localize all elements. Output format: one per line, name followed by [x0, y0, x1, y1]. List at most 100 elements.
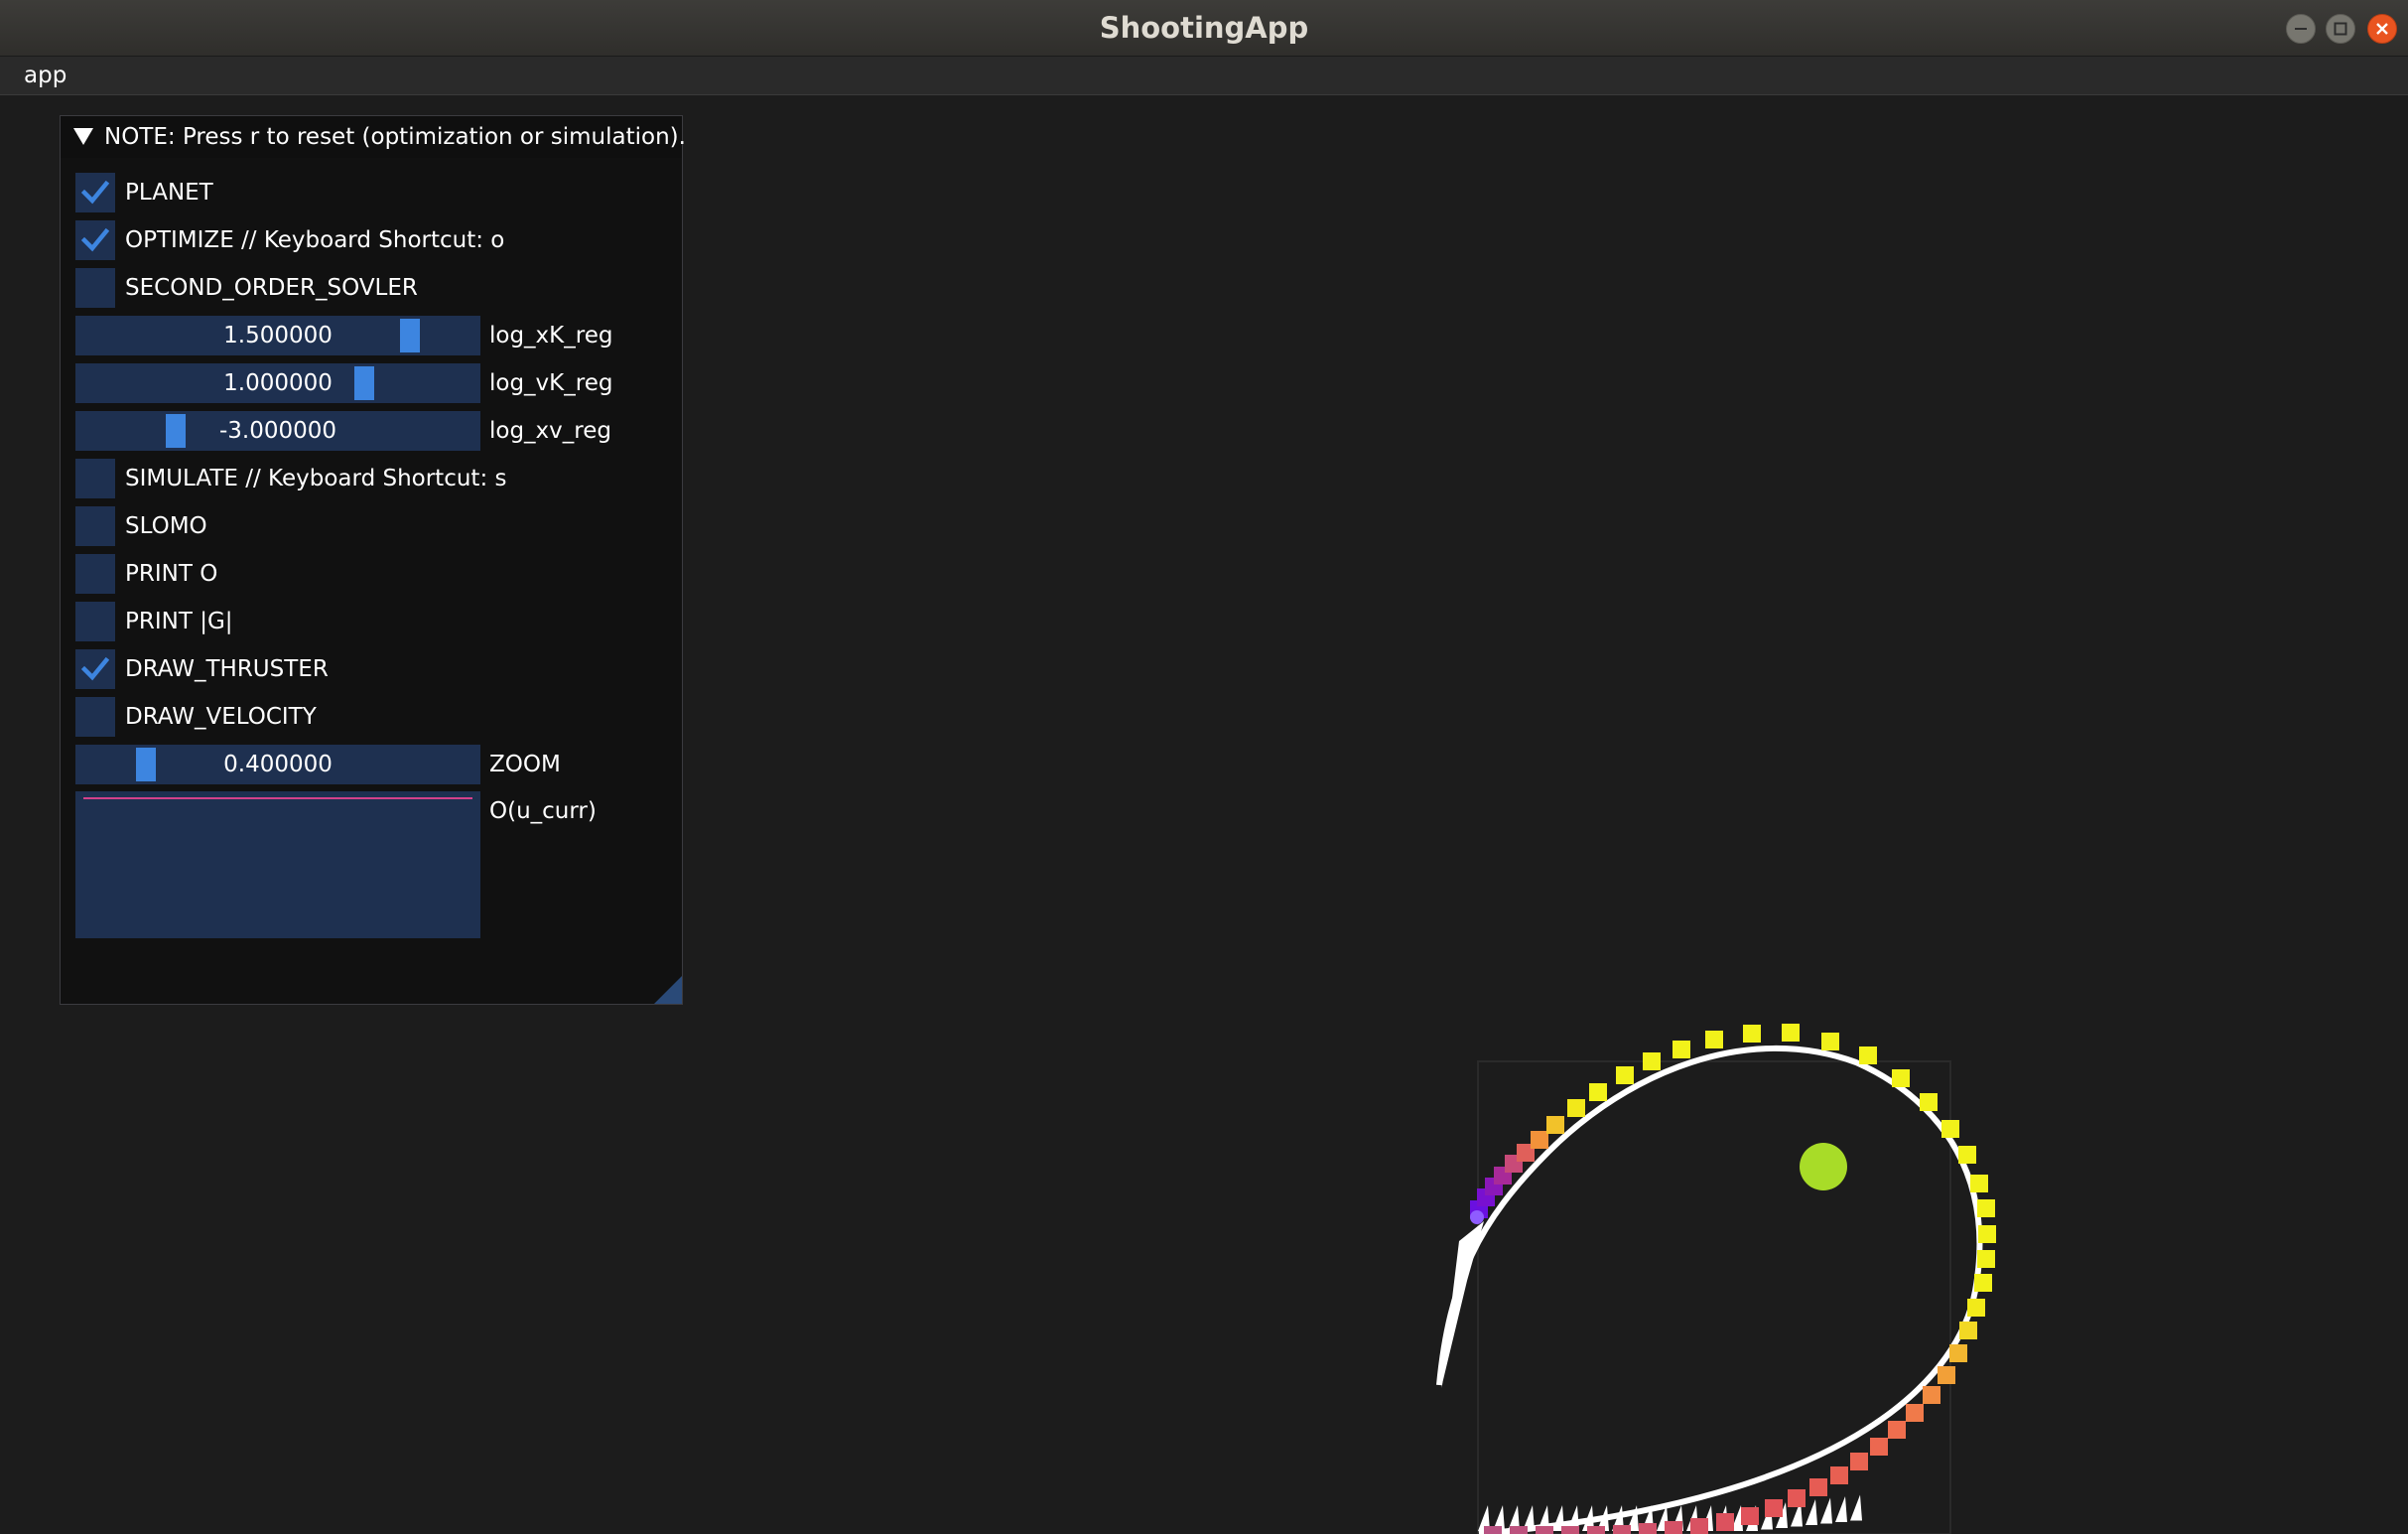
- trajectory-marker: [1705, 1031, 1723, 1048]
- trajectory-marker: [1892, 1069, 1910, 1087]
- trajectory-marker: [1782, 1024, 1800, 1042]
- trajectory-marker: [1546, 1116, 1564, 1134]
- trajectory-marker: [1643, 1052, 1661, 1070]
- slider-log-xv-reg[interactable]: -3.000000: [75, 411, 480, 451]
- trajectory-marker: [1788, 1489, 1806, 1507]
- slider-value: 1.500000: [223, 323, 333, 349]
- checkbox-print-g[interactable]: [75, 602, 115, 641]
- trajectory-marker: [1672, 1041, 1690, 1058]
- panel-header[interactable]: NOTE: Press r to reset (optimization or …: [61, 116, 686, 158]
- trajectory-marker: [1830, 1466, 1848, 1484]
- trajectory-marker: [1765, 1499, 1783, 1517]
- checkbox-label[interactable]: PRINT |G|: [125, 602, 233, 641]
- maximize-icon: [2334, 22, 2347, 36]
- checkmark-icon: [81, 656, 109, 681]
- trajectory-marker: [1613, 1525, 1631, 1534]
- trajectory-path: [1436, 1046, 1983, 1534]
- ship-icon: [1470, 1210, 1484, 1224]
- slider-label: log_xv_reg: [489, 418, 611, 444]
- slider-value: 0.400000: [223, 752, 333, 777]
- trajectory-marker: [1741, 1507, 1759, 1525]
- checkmark-icon: [81, 180, 109, 205]
- checkbox-draw-velocity[interactable]: [75, 697, 115, 737]
- trajectory-marker: [1977, 1250, 1995, 1268]
- minimize-icon: [2295, 28, 2307, 30]
- trajectory-marker: [1958, 1146, 1976, 1164]
- panel-title: NOTE: Press r to reset (optimization or …: [104, 124, 686, 150]
- trajectory-marker: [1974, 1274, 1992, 1292]
- trajectory-marker: [1970, 1175, 1988, 1192]
- checkbox-label[interactable]: DRAW_THRUSTER: [125, 649, 329, 689]
- slider-zoom[interactable]: 0.400000: [75, 745, 480, 784]
- trajectory-marker: [1888, 1421, 1906, 1439]
- trajectory-marker: [1920, 1093, 1938, 1111]
- trajectory-marker: [1589, 1083, 1607, 1101]
- trajectory-marker: [1587, 1526, 1605, 1534]
- trajectory-marker: [1639, 1523, 1657, 1534]
- trajectory-marker: [1484, 1526, 1502, 1534]
- trajectory-marker: [1716, 1513, 1734, 1531]
- trajectory-marker: [1821, 1033, 1839, 1050]
- menu-app[interactable]: app: [24, 57, 67, 94]
- thruster-flame: [1820, 1497, 1832, 1524]
- checkbox-label[interactable]: SECOND_ORDER_SOVLER: [125, 268, 418, 308]
- trajectory-marker: [1690, 1518, 1708, 1534]
- checkbox-planet[interactable]: [75, 173, 115, 212]
- trajectory-marker: [1938, 1366, 1955, 1384]
- trajectory-marker: [1923, 1386, 1940, 1404]
- objective-plot: [75, 791, 480, 938]
- trajectory-marker: [1977, 1199, 1995, 1217]
- control-panel[interactable]: NOTE: Press r to reset (optimization or …: [60, 115, 686, 1005]
- trajectory-marker: [1665, 1521, 1682, 1534]
- trajectory-marker: [1510, 1526, 1528, 1534]
- trajectory-marker: [1949, 1344, 1967, 1362]
- close-icon: [2376, 23, 2388, 35]
- collapse-triangle-icon[interactable]: [73, 128, 93, 145]
- thruster-layer: [1441, 1221, 1862, 1531]
- planet: [1800, 1143, 1847, 1190]
- trajectory-marker: [1870, 1438, 1888, 1456]
- slider-label: log_xK_reg: [489, 323, 613, 349]
- checkbox-optimize-keyboard-shortcut-o[interactable]: [75, 220, 115, 260]
- thruster-flame: [1806, 1499, 1817, 1525]
- thruster-flame: [1835, 1496, 1847, 1522]
- trajectory-marker: [1561, 1526, 1579, 1534]
- checkbox-simulate-keyboard-shortcut-s[interactable]: [75, 459, 115, 498]
- trajectory-marker: [1850, 1453, 1868, 1470]
- window-title: ShootingApp: [1099, 11, 1309, 45]
- plot-line: [83, 797, 472, 799]
- title-bar: ShootingApp: [0, 0, 2408, 57]
- resize-grip[interactable]: [654, 976, 682, 1004]
- trajectory-marker: [1906, 1404, 1924, 1422]
- checkbox-label[interactable]: PLANET: [125, 173, 213, 212]
- slider-value: -3.000000: [218, 418, 337, 444]
- menu-bar: app: [0, 57, 2408, 95]
- trajectory-marker: [1859, 1046, 1877, 1064]
- thruster-flame: [1850, 1494, 1862, 1521]
- checkbox-label[interactable]: SLOMO: [125, 506, 207, 546]
- checkbox-label[interactable]: DRAW_VELOCITY: [125, 697, 317, 737]
- checkbox-slomo[interactable]: [75, 506, 115, 546]
- checkbox-label[interactable]: SIMULATE // Keyboard Shortcut: s: [125, 459, 507, 498]
- trajectory-marker: [1567, 1099, 1585, 1117]
- trajectory-marker: [1941, 1120, 1959, 1138]
- trajectory-marker: [1959, 1322, 1977, 1339]
- slider-log-xk-reg[interactable]: 1.500000: [75, 316, 480, 355]
- checkbox-label[interactable]: PRINT O: [125, 554, 217, 594]
- checkbox-label[interactable]: OPTIMIZE // Keyboard Shortcut: o: [125, 220, 504, 260]
- slider-log-vk-reg[interactable]: 1.000000: [75, 363, 480, 403]
- trajectory-marker: [1967, 1299, 1985, 1317]
- maximize-button[interactable]: [2326, 14, 2355, 44]
- checkbox-draw-thruster[interactable]: [75, 649, 115, 689]
- trajectory-marker: [1978, 1225, 1996, 1243]
- checkmark-icon: [81, 227, 109, 252]
- trajectory-marker: [1616, 1066, 1634, 1084]
- minimize-button[interactable]: [2286, 14, 2316, 44]
- checkbox-second-order-sovler[interactable]: [75, 268, 115, 308]
- close-button[interactable]: [2367, 14, 2397, 44]
- trajectory-marker: [1809, 1478, 1827, 1496]
- trajectory-marker: [1536, 1526, 1553, 1534]
- slider-label: ZOOM: [489, 752, 561, 777]
- checkbox-print-o[interactable]: [75, 554, 115, 594]
- slider-label: log_vK_reg: [489, 370, 613, 396]
